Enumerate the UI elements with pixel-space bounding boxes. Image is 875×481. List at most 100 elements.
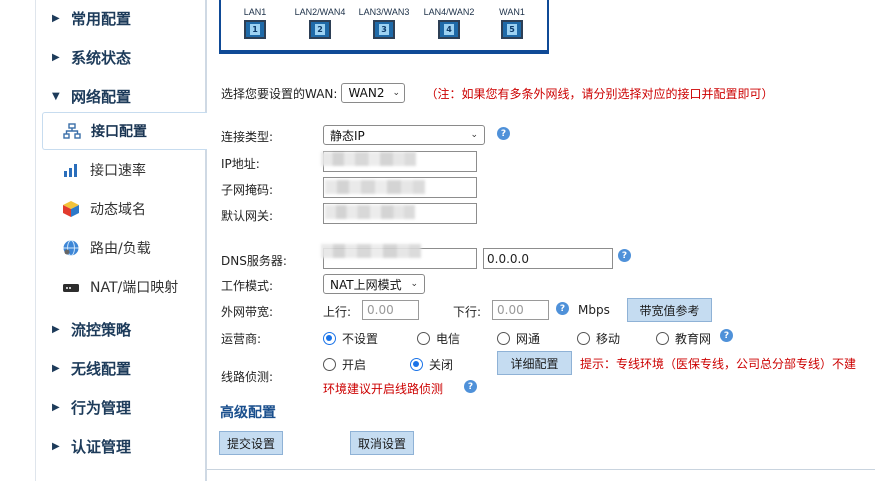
sidebar-item-label: 系统状态 xyxy=(71,48,132,67)
wan-select[interactable]: WAN2 ⌄ xyxy=(341,83,406,103)
sidebar-item-label: 常用配置 xyxy=(71,9,132,28)
sidebar-item-label: 网络配置 xyxy=(71,87,132,106)
line-detect-label: 线路侦测: xyxy=(221,370,274,384)
wan-note: （注：如果您有多条外网线，请分别选择对应的接口并配置即可） xyxy=(425,86,774,101)
redacted-value xyxy=(321,244,421,258)
port-lan1[interactable]: LAN1 1 xyxy=(223,7,287,39)
wan-select-value: WAN2 xyxy=(348,86,385,100)
wan-select-row: 选择您要设置的WAN: WAN2 ⌄ （注：如果您有多条外网线，请分别选择对应的接… xyxy=(221,83,773,103)
chevron-right-icon: ▶ xyxy=(52,323,60,335)
sidebar-item-routing[interactable]: 路由/负载 xyxy=(36,229,205,267)
sidebar-item-label: 路由/负载 xyxy=(90,241,151,257)
upload-placeholder: 0.00 xyxy=(367,303,394,317)
sidebar-item-label: 接口配置 xyxy=(91,124,147,140)
bandwidth-reference-button[interactable]: 带宽值参考 xyxy=(627,298,712,322)
port-panel-inner: LAN1 1 LAN2/WAN4 2 LAN3/WAN3 3 LAN4/WAN2… xyxy=(221,0,547,50)
help-icon[interactable]: ? xyxy=(720,329,733,342)
port-lan3-wan3[interactable]: LAN3/WAN3 3 xyxy=(352,7,416,39)
ip-label: IP地址: xyxy=(221,157,260,171)
port-name: LAN2/WAN4 xyxy=(294,7,346,17)
upload-label: 上行: xyxy=(323,305,352,319)
content-area xyxy=(207,0,875,469)
line-detect-on-label: 开启 xyxy=(342,358,367,372)
sidebar-item-flow-control[interactable]: ▶ 流控策略 xyxy=(36,311,205,347)
isp-option-mobile[interactable]: 移动 xyxy=(577,330,620,347)
help-icon[interactable]: ? xyxy=(497,127,510,140)
port-lan4-wan2[interactable]: LAN4/WAN2 4 xyxy=(417,7,481,39)
sidebar-item-label: 动态域名 xyxy=(90,202,146,218)
sidebar-item-common-config[interactable]: ▶ 常用配置 xyxy=(36,0,205,36)
chevron-right-icon: ▶ xyxy=(52,362,60,374)
content-bottom-border xyxy=(207,469,875,470)
port-panel: LAN1 1 LAN2/WAN4 2 LAN3/WAN3 3 LAN4/WAN2… xyxy=(219,0,549,54)
sidebar-item-auth[interactable]: ▶ 认证管理 xyxy=(36,428,205,464)
port-wan1[interactable]: WAN1 5 xyxy=(480,7,544,39)
detail-config-button[interactable]: 详细配置 xyxy=(497,351,572,375)
radio-selected-icon xyxy=(323,332,336,345)
sidebar-item-label: NAT/端口映射 xyxy=(90,280,179,296)
ethernet-port-icon: 1 xyxy=(244,20,266,39)
router-icon xyxy=(60,280,82,294)
isp-option-label: 移动 xyxy=(596,332,621,346)
radio-icon xyxy=(323,358,336,371)
radio-icon xyxy=(656,332,669,345)
isp-option-netcom[interactable]: 网通 xyxy=(497,330,540,347)
dns-label: DNS服务器: xyxy=(221,254,287,268)
line-detect-off[interactable]: 关闭 xyxy=(410,356,453,373)
sidebar-item-system-status[interactable]: ▶ 系统状态 xyxy=(36,39,205,75)
sidebar-item-nat[interactable]: NAT/端口映射 xyxy=(36,268,205,306)
line-detect-off-label: 关闭 xyxy=(429,358,454,372)
sidebar-item-behavior[interactable]: ▶ 行为管理 xyxy=(36,389,205,425)
upload-input[interactable]: 0.00 xyxy=(362,300,419,320)
radio-icon xyxy=(577,332,590,345)
advanced-config-link[interactable]: 高级配置 xyxy=(220,402,276,422)
network-tree-icon xyxy=(61,123,83,139)
redacted-value xyxy=(325,180,425,194)
isp-option-label: 电信 xyxy=(436,332,461,346)
sidebar-item-interface-config[interactable]: 接口配置 xyxy=(42,112,207,150)
dns-secondary-input[interactable]: 0.0.0.0 xyxy=(483,248,613,269)
isp-label: 运营商: xyxy=(221,332,262,346)
chevron-down-icon: ⌄ xyxy=(392,88,401,98)
mode-value: NAT上网模式 xyxy=(330,277,402,292)
chevron-right-icon: ▶ xyxy=(52,440,60,452)
download-placeholder: 0.00 xyxy=(497,303,524,317)
chevron-right-icon: ▶ xyxy=(52,401,60,413)
ethernet-port-icon: 2 xyxy=(309,20,331,39)
redacted-value xyxy=(325,205,415,219)
port-name: LAN3/WAN3 xyxy=(358,7,410,17)
chevron-down-icon: ⌄ xyxy=(410,279,418,289)
isp-option-telecom[interactable]: 电信 xyxy=(417,330,460,347)
mode-select[interactable]: NAT上网模式 ⌄ xyxy=(323,274,425,294)
help-icon[interactable]: ? xyxy=(618,249,631,262)
help-icon[interactable]: ? xyxy=(464,380,477,393)
isp-option-edu[interactable]: 教育网 xyxy=(656,330,711,347)
help-icon[interactable]: ? xyxy=(556,302,569,315)
ethernet-port-icon: 3 xyxy=(373,20,395,39)
sidebar-item-wireless[interactable]: ▶ 无线配置 xyxy=(36,350,205,386)
line-detect-tip-2: 环境建议开启线路侦测 xyxy=(323,382,444,396)
port-name: LAN4/WAN2 xyxy=(423,7,475,17)
port-lan2-wan4[interactable]: LAN2/WAN4 2 xyxy=(288,7,352,39)
isp-option-none[interactable]: 不设置 xyxy=(323,330,378,347)
bar-chart-icon xyxy=(60,163,82,177)
isp-option-label: 不设置 xyxy=(342,332,379,346)
mode-label: 工作模式: xyxy=(221,279,274,293)
download-label: 下行: xyxy=(453,305,482,319)
isp-option-label: 网通 xyxy=(516,332,541,346)
chevron-right-icon: ▶ xyxy=(52,12,60,24)
conn-type-select[interactable]: 静态IP ⌄ xyxy=(323,125,485,145)
sidebar-item-label: 认证管理 xyxy=(71,437,132,456)
sidebar-item-interface-rate[interactable]: 接口速率 xyxy=(36,151,205,189)
radio-selected-icon xyxy=(410,358,423,371)
sidebar-item-network-config[interactable]: ▼ 网络配置 xyxy=(36,78,205,114)
sidebar-item-ddns[interactable]: 动态域名 xyxy=(36,190,205,228)
ethernet-port-icon: 5 xyxy=(501,20,523,39)
cancel-button[interactable]: 取消设置 xyxy=(350,431,414,455)
line-detect-on[interactable]: 开启 xyxy=(323,356,366,373)
submit-button[interactable]: 提交设置 xyxy=(219,431,283,455)
chevron-down-icon: ▼ xyxy=(52,90,60,102)
isp-option-label: 教育网 xyxy=(675,332,712,346)
gateway-label: 默认网关: xyxy=(221,209,274,223)
download-input[interactable]: 0.00 xyxy=(492,300,549,320)
